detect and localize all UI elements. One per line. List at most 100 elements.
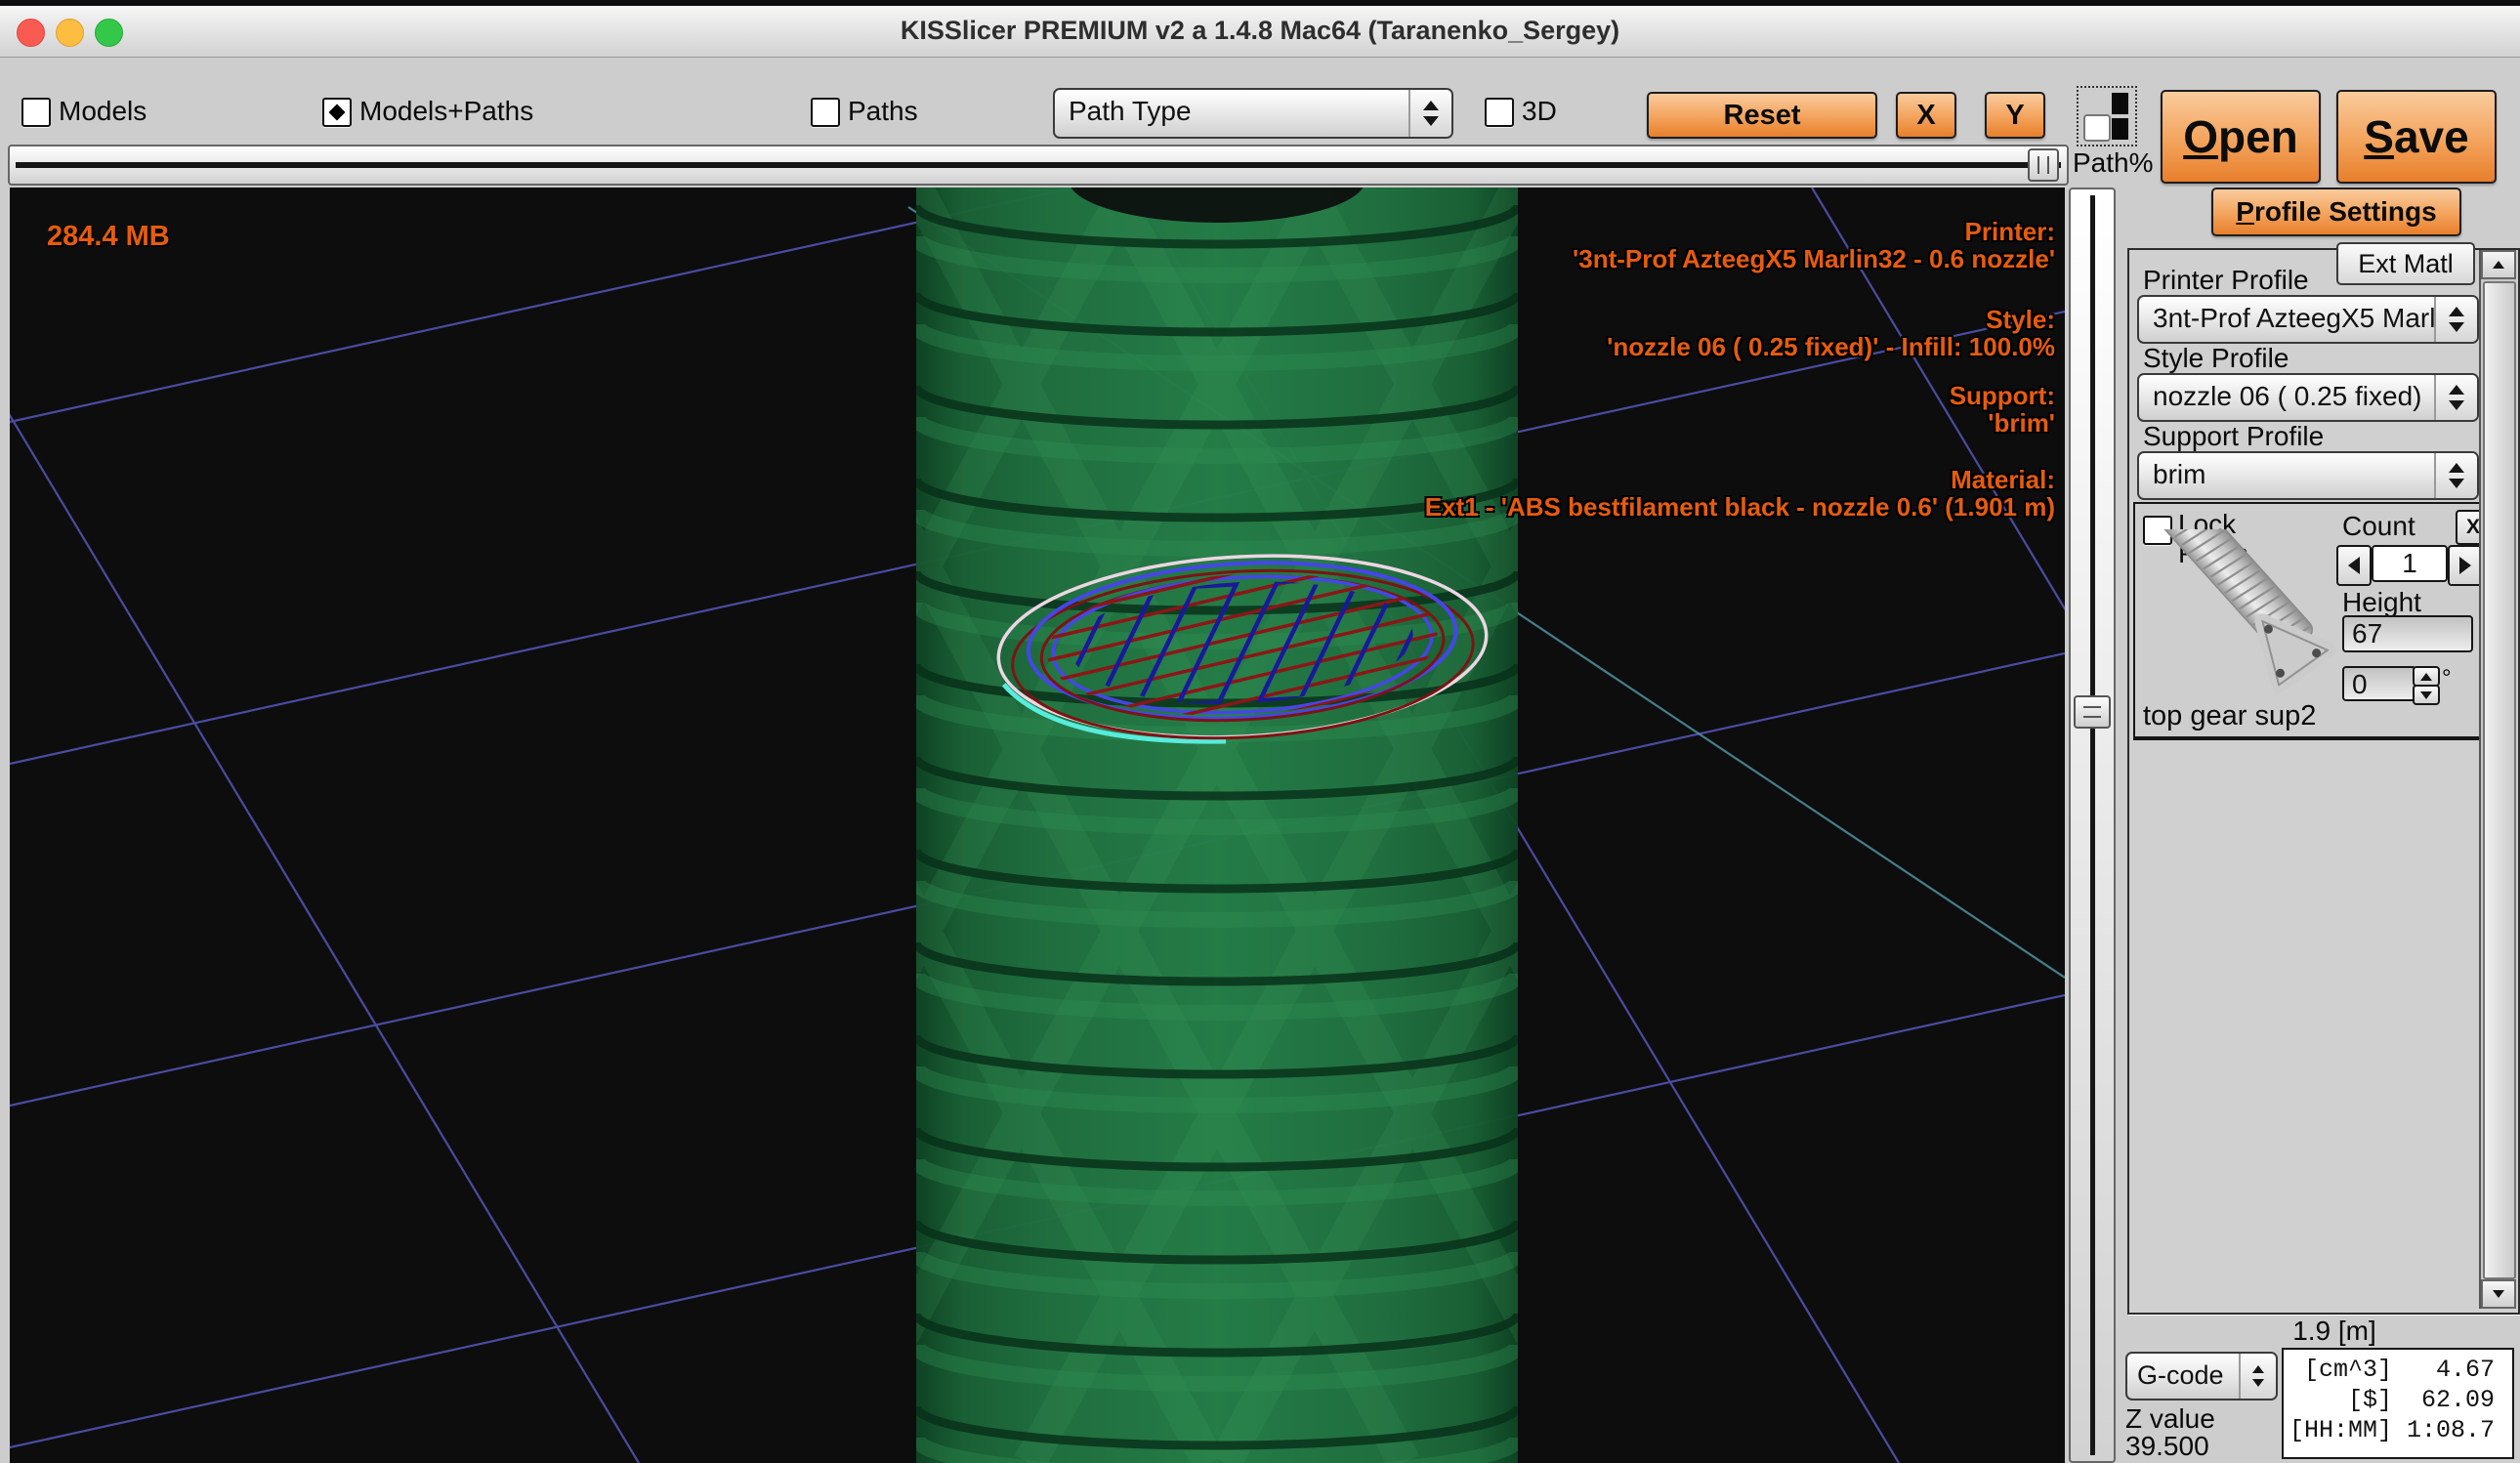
path-percent-slider[interactable] bbox=[8, 145, 2069, 186]
minimize-window-icon[interactable] bbox=[56, 19, 84, 47]
z-slider-handle[interactable] bbox=[2074, 695, 2111, 729]
print-stats-box: [cm^3] 4.67 [$] 62.09 [HH:MM] 1:08.7 bbox=[2282, 1348, 2514, 1459]
path-type-stepper[interactable] bbox=[1408, 90, 1451, 137]
stats-cost: [$] 62.09 bbox=[2289, 1385, 2506, 1415]
path-percent-black-swatch bbox=[2112, 118, 2128, 140]
x-axis-button[interactable]: X bbox=[1896, 92, 1956, 139]
window-title: KISSlicer PREMIUM v2 a 1.4.8 Mac64 (Tara… bbox=[0, 6, 2520, 55]
paths-label[interactable]: Paths bbox=[848, 97, 918, 126]
up-arrow-icon bbox=[2493, 261, 2504, 269]
style-profile-select[interactable]: nozzle 06 ( 0.25 fixed) bbox=[2137, 373, 2479, 422]
3d-label[interactable]: 3D bbox=[1522, 97, 1557, 126]
z-slider[interactable] bbox=[2069, 188, 2116, 1463]
scroll-up-button[interactable] bbox=[2481, 250, 2516, 279]
scroll-down-button[interactable] bbox=[2481, 1279, 2516, 1309]
panel-scroll-thumb[interactable] bbox=[2483, 281, 2516, 1279]
path-type-select[interactable]: Path Type bbox=[1053, 88, 1453, 139]
hud-style-value: 'nozzle 06 ( 0.25 fixed)' - Infill: 100.… bbox=[1607, 332, 2055, 362]
reset-button[interactable]: Reset bbox=[1647, 92, 1877, 139]
gcode-stepper[interactable] bbox=[2239, 1354, 2276, 1399]
height-label: Height bbox=[2342, 588, 2421, 617]
gcode-select[interactable]: G-code bbox=[2125, 1352, 2278, 1400]
degree-symbol: ° bbox=[2442, 664, 2452, 693]
save-button[interactable]: Save bbox=[2336, 90, 2497, 184]
open-button-initial: O bbox=[2183, 110, 2218, 163]
printer-profile-value: 3nt-Prof AzteegX5 Marli bbox=[2139, 297, 2434, 342]
support-profile-select[interactable]: brim bbox=[2137, 451, 2479, 500]
hud-material-value: Ext1 - 'ABS bestfilament black - nozzle … bbox=[1425, 492, 2055, 522]
up-arrow-icon bbox=[2449, 463, 2464, 473]
height-field[interactable]: 67 bbox=[2342, 615, 2473, 652]
paths-checkbox[interactable] bbox=[811, 98, 840, 127]
save-button-rest: ave bbox=[2394, 110, 2469, 163]
filament-length-label: 1.9 [m] bbox=[2237, 1317, 2432, 1346]
slider-track-line bbox=[16, 162, 2061, 168]
3d-scene bbox=[10, 188, 2065, 1463]
support-profile-label: Support Profile bbox=[2143, 422, 2324, 451]
path-percent-toggle[interactable] bbox=[2077, 86, 2137, 146]
models-paths-label[interactable]: Models+Paths bbox=[359, 97, 533, 126]
3d-viewport[interactable]: 284.4 MB Printer: '3nt-Prof AzteegX5 Mar… bbox=[10, 188, 2065, 1463]
down-arrow-icon bbox=[2449, 322, 2464, 332]
count-value-field[interactable]: 1 bbox=[2372, 545, 2448, 582]
models-paths-checkbox[interactable] bbox=[322, 98, 352, 127]
ext-matl-button[interactable]: Ext Matl bbox=[2336, 242, 2475, 285]
path-percent-slider-handle[interactable] bbox=[2028, 148, 2059, 182]
angle-decrement-button[interactable] bbox=[2413, 685, 2440, 705]
kisslicer-window: KISSlicer PREMIUM v2 a 1.4.8 Mac64 (Tara… bbox=[0, 0, 2520, 1463]
hud-printer-label: Printer: bbox=[1965, 217, 2055, 247]
down-arrow-icon bbox=[2420, 691, 2432, 699]
models-checkbox[interactable] bbox=[21, 98, 51, 127]
down-arrow-icon bbox=[2252, 1379, 2264, 1387]
printer-profile-stepper[interactable] bbox=[2434, 297, 2477, 342]
3d-checkbox[interactable] bbox=[1485, 98, 1514, 127]
down-arrow-icon bbox=[1423, 116, 1439, 126]
style-profile-value: nozzle 06 ( 0.25 fixed) bbox=[2139, 375, 2434, 420]
model-card: Lock Paths bbox=[2133, 502, 2481, 738]
profiles-group: Ext Matl Printer Profile 3nt-Prof Azteeg… bbox=[2127, 248, 2520, 1315]
profile-settings-button[interactable]: Profile Settings bbox=[2211, 188, 2461, 236]
models-label[interactable]: Models bbox=[59, 97, 147, 126]
slider-grip-icon bbox=[2037, 156, 2049, 174]
zoom-window-icon[interactable] bbox=[95, 19, 123, 47]
style-profile-stepper[interactable] bbox=[2434, 375, 2477, 420]
profile-settings-initial: P bbox=[2236, 196, 2254, 228]
count-decrement-button[interactable] bbox=[2336, 545, 2372, 586]
right-arrow-icon bbox=[2459, 557, 2471, 574]
y-axis-button[interactable]: Y bbox=[1985, 92, 2045, 139]
support-profile-stepper[interactable] bbox=[2434, 453, 2477, 498]
hud-style-label: Style: bbox=[1986, 305, 2055, 335]
path-type-value: Path Type bbox=[1055, 90, 1408, 137]
memory-usage-label: 284.4 MB bbox=[47, 221, 170, 253]
hud-support-label: Support: bbox=[1950, 381, 2055, 411]
open-button[interactable]: Open bbox=[2161, 90, 2321, 184]
titlebar: KISSlicer PREMIUM v2 a 1.4.8 Mac64 (Tara… bbox=[0, 6, 2520, 58]
up-arrow-icon bbox=[2449, 307, 2464, 316]
path-percent-label: Path% bbox=[2073, 148, 2154, 178]
down-arrow-icon bbox=[2449, 400, 2464, 410]
rotation-angle-field[interactable]: 0 bbox=[2342, 666, 2416, 701]
z-value-label: Z value bbox=[2125, 1404, 2215, 1434]
style-profile-label: Style Profile bbox=[2143, 344, 2289, 373]
model-thumbnail bbox=[2149, 529, 2344, 705]
angle-increment-button[interactable] bbox=[2413, 666, 2440, 687]
model-name-label: top gear sup2 bbox=[2143, 701, 2316, 731]
count-increment-button[interactable] bbox=[2448, 545, 2483, 586]
hud-material-label: Material: bbox=[1951, 465, 2055, 495]
hud-printer-value: '3nt-Prof AzteegX5 Marlin32 - 0.6 nozzle… bbox=[1573, 244, 2055, 274]
slider-grip-icon bbox=[2083, 706, 2101, 718]
up-arrow-icon bbox=[1423, 101, 1439, 110]
close-window-icon[interactable] bbox=[17, 19, 45, 47]
printer-profile-label: Printer Profile bbox=[2143, 266, 2309, 295]
up-arrow-icon bbox=[2449, 385, 2464, 395]
checked-mark-icon bbox=[329, 104, 346, 121]
hud-support-value: 'brim' bbox=[1988, 408, 2055, 439]
support-profile-value: brim bbox=[2139, 453, 2434, 498]
panel-scrollbar[interactable] bbox=[2479, 250, 2516, 1309]
gcode-value: G-code bbox=[2127, 1354, 2239, 1399]
printer-profile-select[interactable]: 3nt-Prof AzteegX5 Marli bbox=[2137, 295, 2479, 344]
stats-time: [HH:MM] 1:08.7 bbox=[2289, 1415, 2506, 1445]
slider-track-line bbox=[2090, 195, 2095, 1455]
open-button-rest: pen bbox=[2218, 110, 2298, 163]
profile-settings-rest: rofile Settings bbox=[2254, 196, 2437, 228]
